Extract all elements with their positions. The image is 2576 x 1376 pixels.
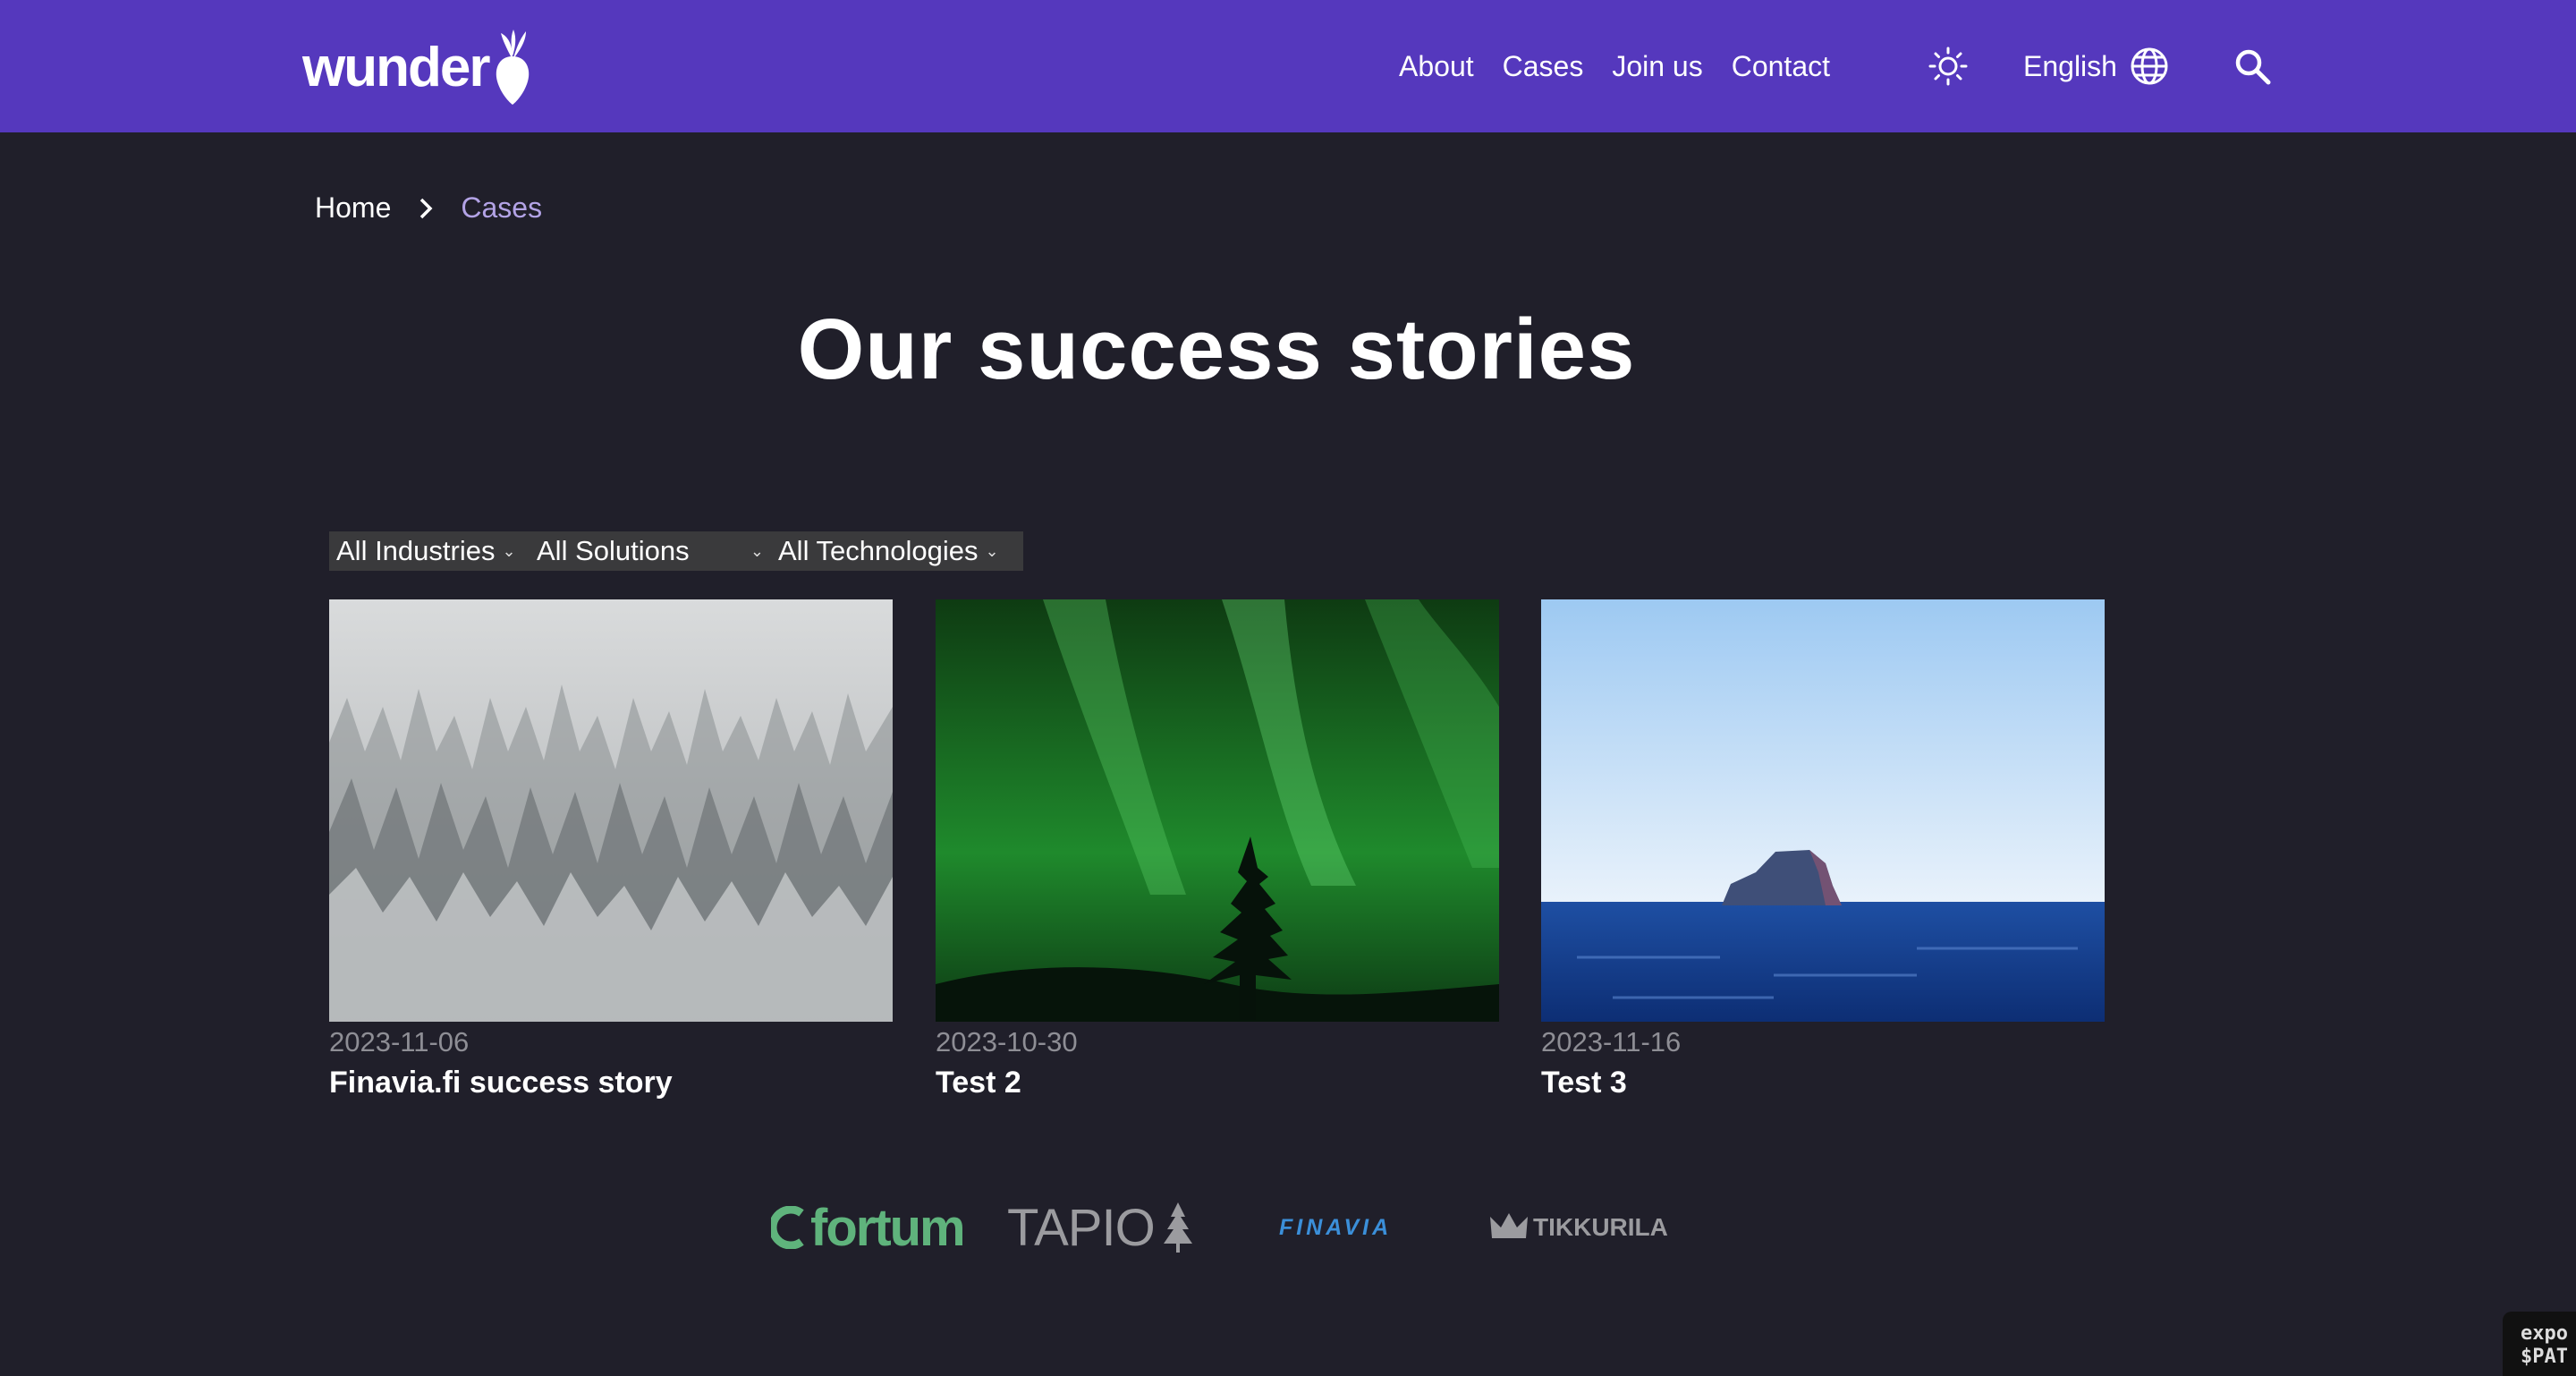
main-nav: About Cases Join us Contact [1399, 48, 1830, 84]
nav-contact[interactable]: Contact [1732, 48, 1830, 84]
chevron-down-icon: ⌄ [985, 541, 999, 560]
case-image-northern-lights [936, 599, 1499, 1022]
breadcrumb-home[interactable]: Home [315, 191, 391, 225]
case-date: 2023-11-06 [329, 1026, 470, 1057]
case-title[interactable]: Test 2 [936, 1065, 1499, 1100]
site-header: wunder About Cases Join us Contact Engli… [0, 0, 2576, 132]
search-button[interactable] [2233, 47, 2274, 88]
client-logos: fortum TAPIO FINAVIA TIKKURILA [0, 1192, 2576, 1263]
case-date: 2023-11-16 [1541, 1026, 1682, 1057]
page-title: Our success stories [797, 302, 1636, 397]
industries-filter[interactable]: All Industries ⌄ [329, 531, 530, 571]
case-date: 2023-10-30 [936, 1026, 1078, 1057]
breadcrumb-current: Cases [461, 191, 543, 224]
case-filters: All Industries ⌄ All Solutions ⌄ All Tec… [329, 531, 1023, 571]
solutions-filter[interactable]: All Solutions ⌄ [530, 531, 771, 571]
nav-join-us[interactable]: Join us [1612, 48, 1702, 84]
sun-icon [1928, 47, 1968, 86]
wunder-logo[interactable]: wunder [302, 27, 533, 107]
finavia-logo: FINAVIA [1279, 1214, 1393, 1240]
theme-toggle-button[interactable] [1927, 45, 1970, 88]
tree-icon [1163, 1202, 1192, 1253]
solutions-filter-label: All Solutions [537, 535, 690, 566]
case-card[interactable]: 2023-11-16 Test 3 [1541, 599, 2105, 1100]
language-label: English [2023, 49, 2117, 82]
radish-icon [496, 30, 530, 105]
chevron-down-icon: ⌄ [750, 541, 764, 560]
industries-filter-label: All Industries [336, 535, 496, 566]
language-selector[interactable]: English [2023, 45, 2169, 88]
chevron-right-icon [420, 198, 433, 218]
chevron-down-icon: ⌄ [502, 541, 516, 560]
case-title[interactable]: Test 3 [1541, 1065, 2105, 1100]
dev-badge: expo $PAT [2503, 1312, 2576, 1376]
search-icon [2235, 49, 2271, 85]
nav-about[interactable]: About [1399, 48, 1474, 84]
crown-icon [1490, 1213, 1528, 1238]
technologies-filter-label: All Technologies [778, 535, 979, 566]
case-card[interactable]: 2023-10-30 Test 2 [936, 599, 1499, 1100]
globe-icon [2131, 47, 2168, 85]
case-card[interactable]: 2023-11-06 Finavia.fi success story [329, 599, 893, 1100]
tikkurila-logo: TIKKURILA [1488, 1192, 1668, 1263]
case-image-island-sea [1541, 599, 2105, 1022]
fortum-logo: fortum [771, 1192, 966, 1263]
technologies-filter[interactable]: All Technologies ⌄ [771, 531, 1023, 571]
breadcrumb: Home Cases [315, 191, 542, 225]
case-title[interactable]: Finavia.fi success story [329, 1065, 893, 1100]
nav-cases[interactable]: Cases [1503, 48, 1584, 84]
tapio-logo: TAPIO [1007, 1192, 1196, 1263]
case-image-snowy-forest [329, 599, 893, 1022]
fortum-mark-icon [771, 1206, 804, 1249]
